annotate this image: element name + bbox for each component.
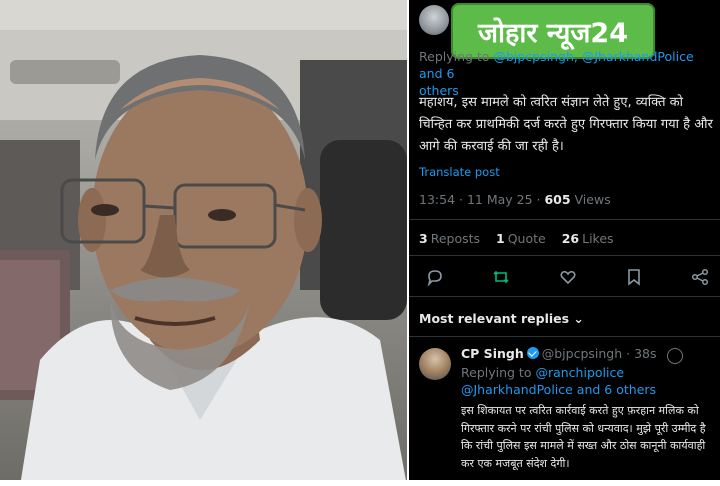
- news-photo: [0, 0, 407, 486]
- divider: [409, 336, 720, 337]
- reply-author-name[interactable]: CP Singh: [461, 346, 524, 361]
- divider: [409, 296, 720, 297]
- divider: [409, 255, 720, 256]
- reposts-stat[interactable]: 3 Reposts: [419, 231, 480, 246]
- verified-badge-icon: [526, 347, 539, 359]
- reply-header: CP Singh @bjpcpsingh · 38s: [461, 346, 657, 361]
- engagement-stats: 3 Reposts 1 Quote 26 Likes: [419, 231, 614, 246]
- divider: [409, 219, 720, 220]
- reply-icon[interactable]: [425, 267, 445, 287]
- author-avatar[interactable]: [419, 5, 449, 35]
- grok-icon[interactable]: [667, 348, 683, 364]
- views-label: Views: [570, 192, 611, 207]
- watermark-text: जोहार न्यूज24: [477, 17, 629, 49]
- tweet-timestamp: 13:54 · 11 May 25 ·: [419, 192, 545, 207]
- tweet-meta: 13:54 · 11 May 25 · 605 Views: [419, 192, 611, 207]
- reply-replying-to: Replying to @ranchipolice @JharkhandPoli…: [461, 364, 711, 398]
- reply-handle-time: @bjpcpsingh · 38s: [541, 346, 657, 361]
- reply-replying-prefix: Replying to: [461, 365, 536, 380]
- bookmark-icon[interactable]: [624, 267, 644, 287]
- translate-post-link[interactable]: Translate post: [419, 165, 500, 179]
- repost-icon[interactable]: [491, 267, 511, 287]
- views-count: 605: [544, 192, 571, 207]
- quotes-count: 1: [496, 231, 505, 246]
- likes-label: Likes: [582, 231, 614, 246]
- man-in-car-photo: [0, 0, 407, 486]
- quotes-label: Quote: [507, 231, 546, 246]
- likes-stat[interactable]: 26 Likes: [562, 231, 614, 246]
- likes-count: 26: [561, 231, 580, 246]
- reposts-label: Reposts: [430, 231, 481, 246]
- action-bar: [425, 267, 710, 287]
- share-icon[interactable]: [690, 267, 710, 287]
- like-icon[interactable]: [558, 267, 578, 287]
- quotes-stat[interactable]: 1 Quote: [496, 231, 546, 246]
- most-relevant-replies-dropdown[interactable]: Most relevant replies ⌄: [419, 311, 584, 326]
- tweet-body: महाशय, इस मामले को त्वरित संज्ञान लेते ह…: [419, 95, 713, 154]
- reposts-count: 3: [419, 231, 428, 246]
- reply-link-others[interactable]: @JharkhandPolice and 6 others: [461, 382, 656, 397]
- replying-prefix: Replying to: [419, 49, 494, 64]
- bottom-border: [0, 480, 720, 486]
- tweet-screenshot: जोहार न्यूज24 Replying to @bjpcpsingh, @…: [409, 0, 720, 486]
- reply-author-avatar[interactable]: [419, 348, 451, 380]
- reply-link-ranchipolice[interactable]: @ranchipolice: [535, 365, 624, 380]
- reply-body: इस शिकायत पर त्वरित कार्रवाई करते हुए फ़…: [461, 404, 706, 470]
